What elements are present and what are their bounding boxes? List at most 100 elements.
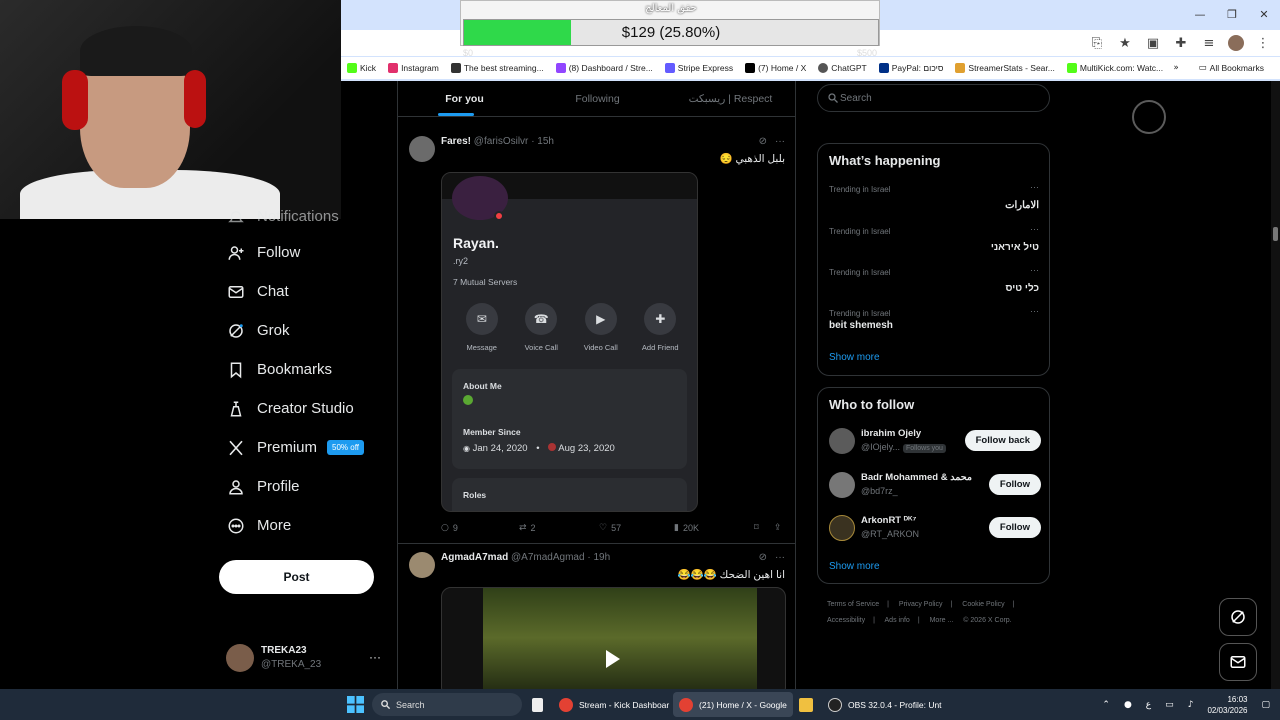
nav-chat[interactable]: Chat [218, 272, 388, 311]
ellipsis-icon[interactable]: ··· [775, 552, 785, 563]
nav-premium[interactable]: Premium 50% off [218, 428, 388, 467]
show-more-link[interactable]: Show more [829, 352, 880, 363]
who-to-follow-title: Who to follow [829, 397, 915, 412]
all-bookmarks[interactable]: ▭ All Bookmarks [1193, 63, 1270, 73]
ellipsis-icon[interactable]: ··· [1030, 306, 1039, 316]
windows-start-icon[interactable] [347, 696, 364, 713]
search-input[interactable]: Search [817, 84, 1050, 112]
bookmark-item[interactable]: The best streaming... [445, 63, 550, 73]
puzzle-icon[interactable]: ✚ [1172, 34, 1190, 52]
media-icon[interactable]: ≡ [1200, 34, 1218, 52]
repost-icon: ⇄ [519, 523, 527, 533]
volume-icon[interactable]: ♪ [1188, 700, 1194, 710]
grok-icon[interactable]: ⊘ [759, 136, 767, 147]
tab-respect[interactable]: ريسبكت | Respect [664, 81, 795, 116]
clock[interactable]: 16:03 02/03/2026 [1207, 694, 1247, 716]
folder-icon [799, 697, 813, 712]
ellipsis-icon[interactable]: ··· [775, 136, 785, 147]
avatar[interactable] [409, 136, 435, 162]
bookmark-item[interactable]: MultiKick.com: Watc... [1061, 63, 1169, 73]
bookmark-icon [227, 361, 245, 379]
avatar[interactable] [409, 552, 435, 578]
like-button[interactable]: ♡ 57 [599, 523, 674, 533]
bookmark-item[interactable]: (7) Home / X [739, 63, 812, 73]
follow-suggestion[interactable]: ArkonRT ᴰᴷ⁷ @RT_ARKON Follow [829, 515, 1041, 545]
nav-grok[interactable]: Grok [218, 311, 388, 350]
views-button[interactable]: ▮ 20K [674, 523, 754, 533]
nav-creator-studio[interactable]: Creator Studio [218, 389, 388, 428]
views-icon: ▮ [674, 523, 679, 533]
show-more-link[interactable]: Show more [829, 561, 880, 572]
tweet-author[interactable]: Fares! @farisOsilvr · 15h [441, 136, 554, 147]
grok-fab-button[interactable] [1219, 598, 1257, 636]
follow-button[interactable]: Follow [988, 517, 1041, 538]
bookmark-item[interactable]: Kick [341, 63, 382, 73]
network-icon[interactable]: ▭ [1165, 700, 1174, 710]
repost-button[interactable]: ⇄ 2 [519, 523, 599, 533]
play-icon[interactable] [606, 650, 620, 668]
taskbar-app-x[interactable]: (21) Home / X - Google [673, 692, 793, 717]
install-app-icon[interactable]: ⎘ [1088, 34, 1106, 52]
share-button[interactable]: ⇪ [774, 523, 782, 533]
star-icon[interactable]: ★ [1116, 34, 1134, 52]
messages-fab-button[interactable] [1219, 643, 1257, 681]
discord-display-name: Rayan. [453, 235, 499, 251]
chevron-right-icon[interactable]: » [1173, 63, 1178, 73]
taskbar-explorer[interactable] [793, 692, 819, 717]
bookmark-item[interactable]: (8) Dashboard / Stre... [550, 63, 659, 73]
post-button[interactable]: Post [219, 560, 374, 594]
bookmark-item[interactable]: Instagram [382, 63, 445, 73]
account-handle: @TREKA_23 [261, 659, 322, 670]
bookmark-item[interactable]: ChatGPT [812, 63, 872, 73]
message-icon: ✉ [465, 303, 498, 335]
scrollbar-thumb[interactable] [1273, 227, 1278, 241]
trend-item[interactable]: Trending in Israel ··· الامارات [829, 182, 1039, 211]
bookmark-item[interactable]: StreamerStats - Sear... [949, 63, 1060, 73]
tweet-author[interactable]: AgmadA7mad @A7madAgmad · 19h [441, 552, 610, 563]
follow-suggestion[interactable]: Badr Mohammed & محمد @bd7rz_ Follow [829, 472, 1041, 502]
taskbar-search[interactable]: Search [372, 693, 522, 716]
chevron-up-icon[interactable]: ⌃ [1102, 700, 1110, 710]
tweet-video[interactable] [441, 587, 786, 689]
bookmark-item[interactable]: Stripe Express [659, 63, 739, 73]
taskbar-app-kick[interactable]: Stream - Kick Dashboar [553, 692, 675, 717]
ellipsis-icon[interactable]: ··· [1030, 224, 1039, 234]
follow-suggestion[interactable]: ibrahim Ojely @IOjely... Follows you Foll… [829, 428, 1041, 458]
left-navigation: Notifications Follow Chat Grok Bookmarks… [218, 200, 388, 545]
nav-profile[interactable]: Profile [218, 467, 388, 506]
ellipsis-icon[interactable]: ··· [369, 650, 381, 664]
kebab-menu-icon[interactable]: ⋮ [1254, 34, 1272, 52]
microphone-icon[interactable]: ● [1124, 700, 1132, 710]
tweet-image-discord-profile[interactable]: Rayan. .ry2 7 Mutual Servers ✉ Message ☎ V… [441, 172, 698, 512]
trend-item[interactable]: Trending in Israel ··· beit shemesh [829, 306, 1039, 331]
follow-back-button[interactable]: Follow back [964, 430, 1041, 451]
nav-bookmarks[interactable]: Bookmarks [218, 350, 388, 389]
nav-follow[interactable]: Follow [218, 233, 388, 272]
profile-avatar-icon[interactable] [1228, 35, 1244, 51]
tab-for-you[interactable]: For you [398, 81, 531, 116]
tweet[interactable]: Fares! @farisOsilvr · 15h ⊘ ··· بلبل الذ… [398, 127, 795, 541]
notifications-icon[interactable]: ▢ [1261, 700, 1270, 710]
extension-icon[interactable]: ▣ [1144, 34, 1162, 52]
ellipsis-icon[interactable]: ··· [1030, 265, 1039, 275]
restore-icon[interactable]: ❐ [1216, 0, 1248, 28]
follow-button[interactable]: Follow [988, 474, 1041, 495]
trend-item[interactable]: Trending in Israel ··· טיל איראני [829, 224, 1039, 253]
taskbar-file-icon[interactable] [528, 692, 547, 717]
page-scrollbar[interactable] [1271, 81, 1280, 689]
reply-button[interactable]: ○ 9 [441, 523, 519, 533]
account-switcher[interactable]: TREKA23 @TREKA_23 ··· [226, 644, 391, 674]
ellipsis-icon[interactable]: ··· [1030, 182, 1039, 192]
close-icon[interactable]: ✕ [1248, 0, 1280, 28]
minimize-icon[interactable]: — [1184, 0, 1216, 28]
trend-item[interactable]: Trending in Israel ··· כלי טיס [829, 265, 1039, 294]
bookmark-item[interactable]: PayPal: סיכום [873, 63, 950, 73]
tab-following[interactable]: Following [531, 81, 664, 116]
nav-notifications[interactable]: Notifications [218, 200, 388, 233]
tweet-tools: ⊘ ··· [759, 552, 785, 563]
taskbar-app-obs[interactable]: OBS 32.0.4 - Profile: Unt [822, 692, 948, 717]
nav-more[interactable]: More [218, 506, 388, 545]
grok-icon[interactable]: ⊘ [759, 552, 767, 563]
language-indicator[interactable]: ع [1146, 699, 1151, 710]
bookmark-button[interactable]: ⌑ [754, 523, 774, 533]
